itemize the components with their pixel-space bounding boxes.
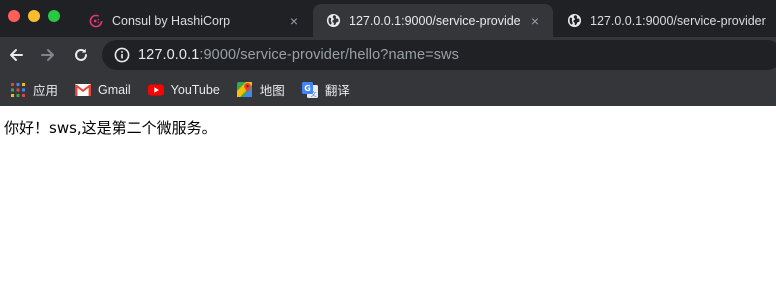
- apps-grid-icon: [10, 82, 26, 98]
- close-window-button[interactable]: [8, 10, 20, 22]
- globe-icon: [566, 13, 582, 29]
- bookmark-maps[interactable]: 地图: [237, 80, 285, 99]
- reload-icon: [75, 48, 87, 61]
- url-host: 127.0.0.1: [138, 47, 200, 63]
- tab-title: 127.0.0.1:9000/service-provider/hello?na…: [349, 13, 521, 28]
- globe-icon: [325, 13, 341, 29]
- bookmark-label: 应用: [33, 84, 59, 98]
- browser-chrome: Consul by HashiCorp × 127.0.0.1:9000/ser…: [0, 0, 776, 106]
- zoom-window-button[interactable]: [48, 10, 60, 22]
- tab-strip: Consul by HashiCorp × 127.0.0.1:9000/ser…: [0, 0, 776, 37]
- bookmark-apps[interactable]: 应用: [10, 80, 58, 99]
- arrow-right-icon: [41, 49, 54, 61]
- bookmark-youtube[interactable]: YouTube: [147, 82, 220, 98]
- tab-close-button[interactable]: ×: [527, 13, 543, 29]
- tab-service-provider[interactable]: 127.0.0.1:9000/service-provider/hello?na…: [554, 4, 776, 37]
- url-text: 127.0.0.1:9000/service-provider/hello?na…: [138, 47, 459, 63]
- tab-service-provider-active[interactable]: 127.0.0.1:9000/service-provider/hello?na…: [313, 4, 553, 37]
- response-text: 你好！sws,这是第二个微服务。: [4, 119, 217, 137]
- reload-button[interactable]: [69, 43, 93, 67]
- bookmark-label: YouTube: [170, 82, 220, 97]
- window-controls: [8, 10, 60, 22]
- svg-text:文: 文: [310, 90, 316, 97]
- gmail-icon: [75, 82, 92, 98]
- youtube-icon: [147, 82, 164, 98]
- tab-title: Consul by HashiCorp: [112, 13, 231, 28]
- bookmark-label: 翻译: [324, 84, 350, 98]
- bookmark-label: Gmail: [98, 82, 131, 97]
- bookmark-gmail[interactable]: Gmail: [75, 82, 131, 98]
- toolbar: 127.0.0.1:9000/service-provider/hello?na…: [0, 37, 776, 73]
- url-path: :9000/service-provider/hello?name=sws: [199, 47, 459, 63]
- tab-consul[interactable]: Consul by HashiCorp ×: [76, 4, 312, 37]
- minimize-window-button[interactable]: [28, 10, 40, 22]
- forward-button[interactable]: [36, 43, 60, 67]
- back-button[interactable]: [4, 43, 28, 67]
- bookmarks-bar: 应用 Gmail YouTube 地图 G 文 翻译: [0, 73, 776, 106]
- bookmark-translate[interactable]: G 文 翻译: [301, 80, 350, 99]
- address-bar[interactable]: 127.0.0.1:9000/service-provider/hello?na…: [102, 40, 776, 70]
- consul-icon: [88, 13, 104, 29]
- bookmark-label: 地图: [259, 84, 285, 98]
- page-content: 你好！sws,这是第二个微服务。: [0, 106, 776, 138]
- translate-icon: G 文: [301, 81, 318, 98]
- tab-close-button[interactable]: ×: [286, 13, 302, 29]
- maps-icon: [237, 82, 253, 98]
- info-icon[interactable]: [114, 47, 130, 63]
- tab-title: 127.0.0.1:9000/service-provider/hello?na…: [590, 13, 766, 28]
- arrow-left-icon: [10, 49, 23, 61]
